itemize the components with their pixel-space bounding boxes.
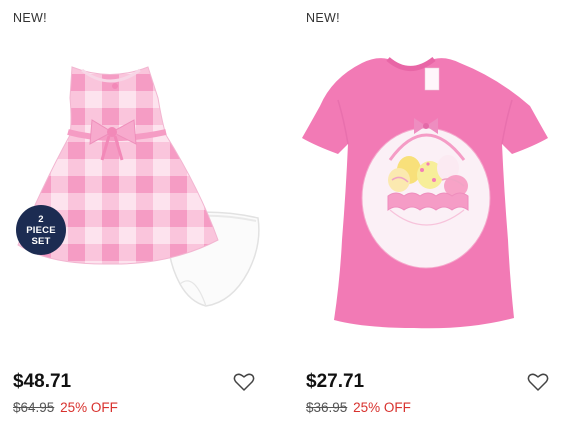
- discount-label: 25% OFF: [353, 400, 411, 415]
- sale-price: $27.71: [306, 371, 365, 392]
- sale-price: $48.71: [13, 371, 72, 392]
- price-details: $36.95 25% OFF: [306, 400, 411, 415]
- product-card[interactable]: NEW!: [0, 0, 282, 424]
- badge-line: 2: [38, 213, 44, 225]
- wishlist-heart-icon[interactable]: [233, 372, 255, 392]
- original-price: $36.95: [306, 400, 348, 415]
- product-image-tee[interactable]: [292, 40, 564, 340]
- new-label: NEW!: [306, 11, 340, 25]
- product-card[interactable]: NEW!: [292, 0, 564, 424]
- badge-line: PIECE: [26, 224, 56, 236]
- product-image-dress[interactable]: 2 PIECE SET: [0, 40, 282, 340]
- two-piece-set-badge: 2 PIECE SET: [16, 205, 66, 255]
- badge-line: SET: [31, 235, 51, 247]
- wishlist-heart-icon[interactable]: [527, 372, 549, 392]
- new-label: NEW!: [13, 11, 47, 25]
- price-details: $64.95 25% OFF: [13, 400, 118, 415]
- discount-label: 25% OFF: [60, 400, 118, 415]
- original-price: $64.95: [13, 400, 55, 415]
